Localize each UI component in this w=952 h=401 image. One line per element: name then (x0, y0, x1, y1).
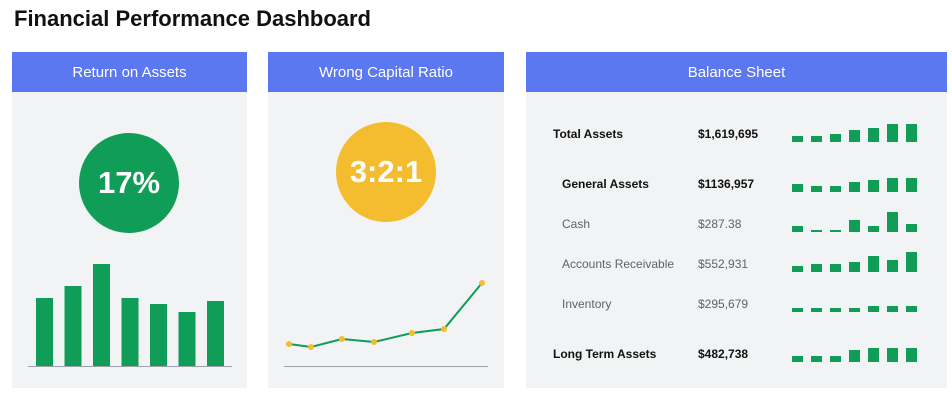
page-title: Financial Performance Dashboard (14, 6, 371, 31)
sparkline-bar (792, 136, 803, 142)
wcr-point (339, 336, 345, 342)
sparkline-bar (830, 264, 841, 272)
sparkline-bar (811, 136, 822, 142)
sparkline-bar (868, 306, 879, 312)
sparkline-bar (868, 180, 879, 192)
balance-sparkline (792, 348, 917, 362)
wcr-card-header: Wrong Capital Ratio (268, 52, 504, 92)
sparkline-bar (887, 212, 898, 232)
wcr-point (286, 341, 292, 347)
sparkline-bar (792, 266, 803, 272)
sparkline-bar (906, 178, 917, 192)
balance-row-value: $287.38 (698, 217, 742, 231)
balance-row-value: $1136,957 (698, 177, 755, 191)
balance-sparkline (792, 252, 917, 272)
sparkline-bar (887, 124, 898, 142)
sparkline-bar (868, 226, 879, 232)
roa-bar (36, 298, 53, 366)
balance-row-label: Accounts Receivable (562, 257, 675, 271)
sparkline-bar (868, 348, 879, 362)
wcr-point (308, 344, 314, 350)
roa-bar (178, 312, 196, 366)
balance-sparkline (792, 212, 917, 232)
sparkline-bar (887, 306, 898, 312)
sparkline-bar (811, 264, 822, 272)
balance-sparkline (792, 124, 917, 142)
sparkline-bar (887, 178, 898, 192)
wcr-card-body: 3:2:1 (268, 92, 504, 388)
balance-sparkline (792, 306, 917, 312)
roa-card-header: Return on Assets (12, 52, 247, 92)
wcr-point (441, 326, 447, 332)
wcr-card: Wrong Capital Ratio 3:2:1 (268, 52, 504, 388)
sparkline-bar (830, 230, 841, 232)
balance-row-value: $1,619,695 (698, 127, 759, 141)
balance-row-label: General Assets (562, 177, 649, 191)
sparkline-bar (906, 124, 917, 142)
sparkline-bar (906, 306, 917, 312)
sparkline-bar (830, 186, 841, 192)
sparkline-bar (849, 308, 860, 312)
wcr-point (371, 339, 377, 345)
sparkline-bar (792, 226, 803, 232)
sparkline-bar (811, 308, 822, 312)
sparkline-bar (868, 256, 879, 272)
roa-bar (121, 298, 139, 366)
balance-row-label: Long Term Assets (553, 347, 657, 361)
sparkline-bar (906, 224, 917, 232)
sparkline-bar (906, 252, 917, 272)
balance-card-body: Total Assets $1,619,695 General Assets $113… (526, 92, 947, 388)
balance-row-label: Cash (562, 217, 591, 231)
balance-row-label: Inventory (562, 297, 612, 311)
sparkline-bar (830, 308, 841, 312)
balance-row-label: Total Assets (553, 127, 624, 141)
sparkline-bar (811, 186, 822, 192)
roa-bar (207, 301, 224, 366)
wcr-point (409, 330, 415, 336)
sparkline-bar (849, 220, 860, 232)
sparkline-bar (906, 348, 917, 362)
sparkline-bar (887, 260, 898, 272)
sparkline-bar (830, 356, 841, 362)
roa-card: Return on Assets 17% (12, 52, 247, 388)
balance-card: Balance Sheet Total Assets $1,619,695 Gene… (526, 52, 947, 388)
roa-card-body: 17% (12, 92, 247, 388)
roa-bar (150, 304, 167, 366)
sparkline-bar (849, 350, 860, 362)
sparkline-bar (792, 356, 803, 362)
roa-bar (93, 264, 110, 366)
balance-row-value: $552,931 (698, 257, 749, 271)
sparkline-bar (887, 348, 898, 362)
sparkline-bar (811, 230, 822, 232)
roa-bar-chart (28, 264, 232, 367)
sparkline-bar (849, 182, 860, 192)
sparkline-bar (830, 134, 841, 142)
balance-card-header: Balance Sheet (526, 52, 947, 92)
roa-bar (64, 286, 82, 366)
balance-row-value: $295,679 (698, 297, 749, 311)
wcr-series-line (288, 282, 483, 349)
sparkline-bar (849, 130, 860, 142)
balance-sparkline (792, 178, 917, 192)
sparkline-bar (849, 262, 860, 272)
balance-row-value: $482,738 (698, 347, 749, 361)
wcr-line-chart (284, 280, 488, 367)
sparkline-bar (792, 184, 803, 192)
sparkline-bar (811, 356, 822, 362)
wcr-point (479, 280, 485, 286)
sparkline-bar (792, 308, 803, 312)
sparkline-bar (868, 128, 879, 142)
